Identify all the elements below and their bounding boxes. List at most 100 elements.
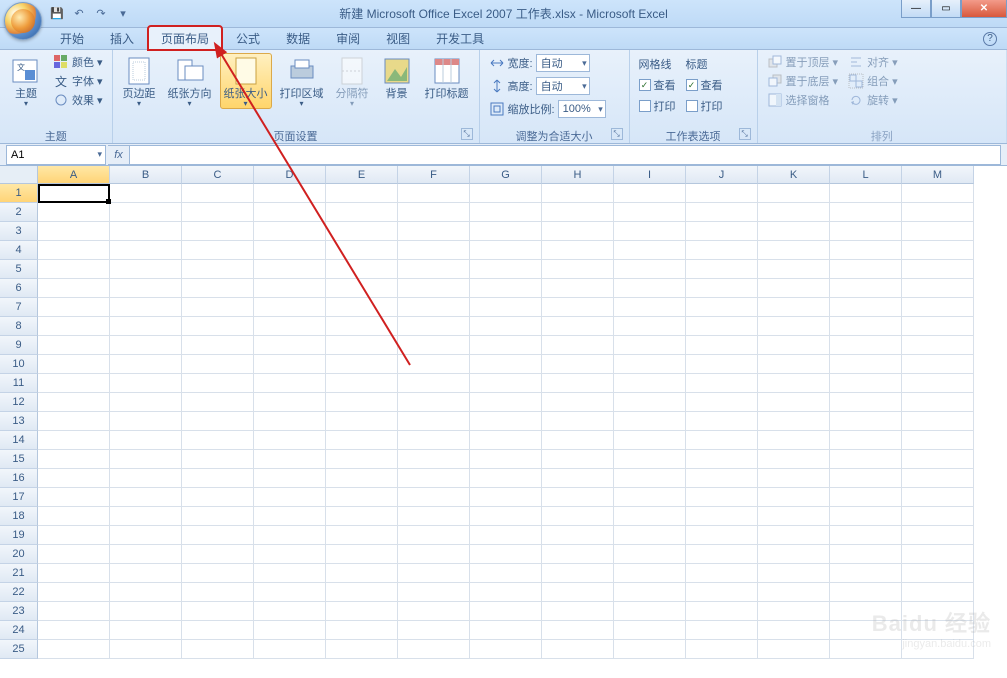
cell[interactable] bbox=[542, 545, 614, 564]
cells-area[interactable] bbox=[38, 184, 1007, 678]
cell[interactable] bbox=[470, 298, 542, 317]
cell[interactable] bbox=[326, 621, 398, 640]
cell[interactable] bbox=[182, 374, 254, 393]
cell[interactable] bbox=[38, 431, 110, 450]
cell[interactable] bbox=[326, 469, 398, 488]
cell[interactable] bbox=[110, 412, 182, 431]
cell[interactable] bbox=[902, 526, 974, 545]
cell[interactable] bbox=[38, 450, 110, 469]
cell[interactable] bbox=[758, 336, 830, 355]
cell[interactable] bbox=[542, 469, 614, 488]
cell[interactable] bbox=[254, 222, 326, 241]
cell[interactable] bbox=[902, 336, 974, 355]
cell[interactable] bbox=[110, 469, 182, 488]
headings-print-checkbox[interactable]: 打印 bbox=[683, 97, 726, 115]
cell[interactable] bbox=[542, 450, 614, 469]
cell[interactable] bbox=[182, 184, 254, 203]
cell[interactable] bbox=[542, 203, 614, 222]
cell[interactable] bbox=[542, 298, 614, 317]
align-button[interactable]: 对齐▾ bbox=[845, 53, 901, 71]
cell[interactable] bbox=[686, 260, 758, 279]
cell[interactable] bbox=[38, 526, 110, 545]
row-header[interactable]: 9 bbox=[0, 336, 38, 355]
cell[interactable] bbox=[254, 260, 326, 279]
cell[interactable] bbox=[470, 431, 542, 450]
margins-button[interactable]: 页边距▾ bbox=[119, 53, 160, 109]
cell[interactable] bbox=[182, 203, 254, 222]
cell[interactable] bbox=[542, 621, 614, 640]
dialog-launcher-icon[interactable]: ⤡ bbox=[739, 128, 751, 140]
cell[interactable] bbox=[902, 431, 974, 450]
cell[interactable] bbox=[398, 488, 470, 507]
cell[interactable] bbox=[398, 507, 470, 526]
cell[interactable] bbox=[614, 393, 686, 412]
cell[interactable] bbox=[614, 203, 686, 222]
cell[interactable] bbox=[326, 203, 398, 222]
background-button[interactable]: 背景 bbox=[377, 53, 417, 102]
cell[interactable] bbox=[110, 317, 182, 336]
cell[interactable] bbox=[182, 393, 254, 412]
cell[interactable] bbox=[830, 184, 902, 203]
row-header[interactable]: 5 bbox=[0, 260, 38, 279]
fonts-button[interactable]: 文 字体▾ bbox=[50, 72, 106, 90]
cell[interactable] bbox=[686, 336, 758, 355]
cell[interactable] bbox=[614, 621, 686, 640]
cell[interactable] bbox=[326, 260, 398, 279]
cell[interactable] bbox=[758, 488, 830, 507]
cell[interactable] bbox=[686, 317, 758, 336]
cell[interactable] bbox=[326, 545, 398, 564]
cell[interactable] bbox=[470, 412, 542, 431]
size-button[interactable]: 纸张大小▾ bbox=[220, 53, 272, 109]
cell[interactable] bbox=[398, 241, 470, 260]
tab-developer[interactable]: 开发工具 bbox=[424, 27, 496, 49]
cell[interactable] bbox=[254, 640, 326, 659]
cell[interactable] bbox=[110, 184, 182, 203]
cell[interactable] bbox=[38, 298, 110, 317]
spreadsheet-grid[interactable]: ABCDEFGHIJKLM 12345678910111213141516171… bbox=[0, 166, 1007, 678]
cell[interactable] bbox=[542, 355, 614, 374]
tab-data[interactable]: 数据 bbox=[274, 27, 322, 49]
cell[interactable] bbox=[902, 469, 974, 488]
cell[interactable] bbox=[470, 488, 542, 507]
cell[interactable] bbox=[326, 507, 398, 526]
cell[interactable] bbox=[110, 602, 182, 621]
cell[interactable] bbox=[470, 602, 542, 621]
cell[interactable] bbox=[182, 222, 254, 241]
cell[interactable] bbox=[758, 545, 830, 564]
row-header[interactable]: 22 bbox=[0, 583, 38, 602]
cell[interactable] bbox=[830, 374, 902, 393]
row-header[interactable]: 24 bbox=[0, 621, 38, 640]
cell[interactable] bbox=[686, 184, 758, 203]
cell[interactable] bbox=[614, 583, 686, 602]
cell[interactable] bbox=[254, 507, 326, 526]
cell[interactable] bbox=[830, 317, 902, 336]
tab-view[interactable]: 视图 bbox=[374, 27, 422, 49]
cell[interactable] bbox=[902, 222, 974, 241]
cell[interactable] bbox=[830, 222, 902, 241]
cell[interactable] bbox=[542, 431, 614, 450]
cell[interactable] bbox=[254, 374, 326, 393]
bring-front-button[interactable]: 置于顶层▾ bbox=[764, 53, 842, 71]
cell[interactable] bbox=[182, 355, 254, 374]
cell[interactable] bbox=[110, 583, 182, 602]
cell[interactable] bbox=[398, 355, 470, 374]
column-header[interactable]: B bbox=[110, 166, 182, 184]
cell[interactable] bbox=[758, 184, 830, 203]
cell[interactable] bbox=[758, 279, 830, 298]
cell[interactable] bbox=[686, 621, 758, 640]
cell[interactable] bbox=[542, 526, 614, 545]
cell[interactable] bbox=[830, 279, 902, 298]
cell[interactable] bbox=[110, 279, 182, 298]
cell[interactable] bbox=[902, 298, 974, 317]
cell[interactable] bbox=[326, 374, 398, 393]
cell[interactable] bbox=[614, 469, 686, 488]
cell[interactable] bbox=[110, 640, 182, 659]
column-header[interactable]: A bbox=[38, 166, 110, 184]
cell[interactable] bbox=[902, 621, 974, 640]
close-button[interactable]: ✕ bbox=[961, 0, 1007, 18]
row-header[interactable]: 3 bbox=[0, 222, 38, 241]
cell[interactable] bbox=[110, 564, 182, 583]
cell[interactable] bbox=[614, 488, 686, 507]
cell[interactable] bbox=[758, 640, 830, 659]
cell[interactable] bbox=[542, 184, 614, 203]
